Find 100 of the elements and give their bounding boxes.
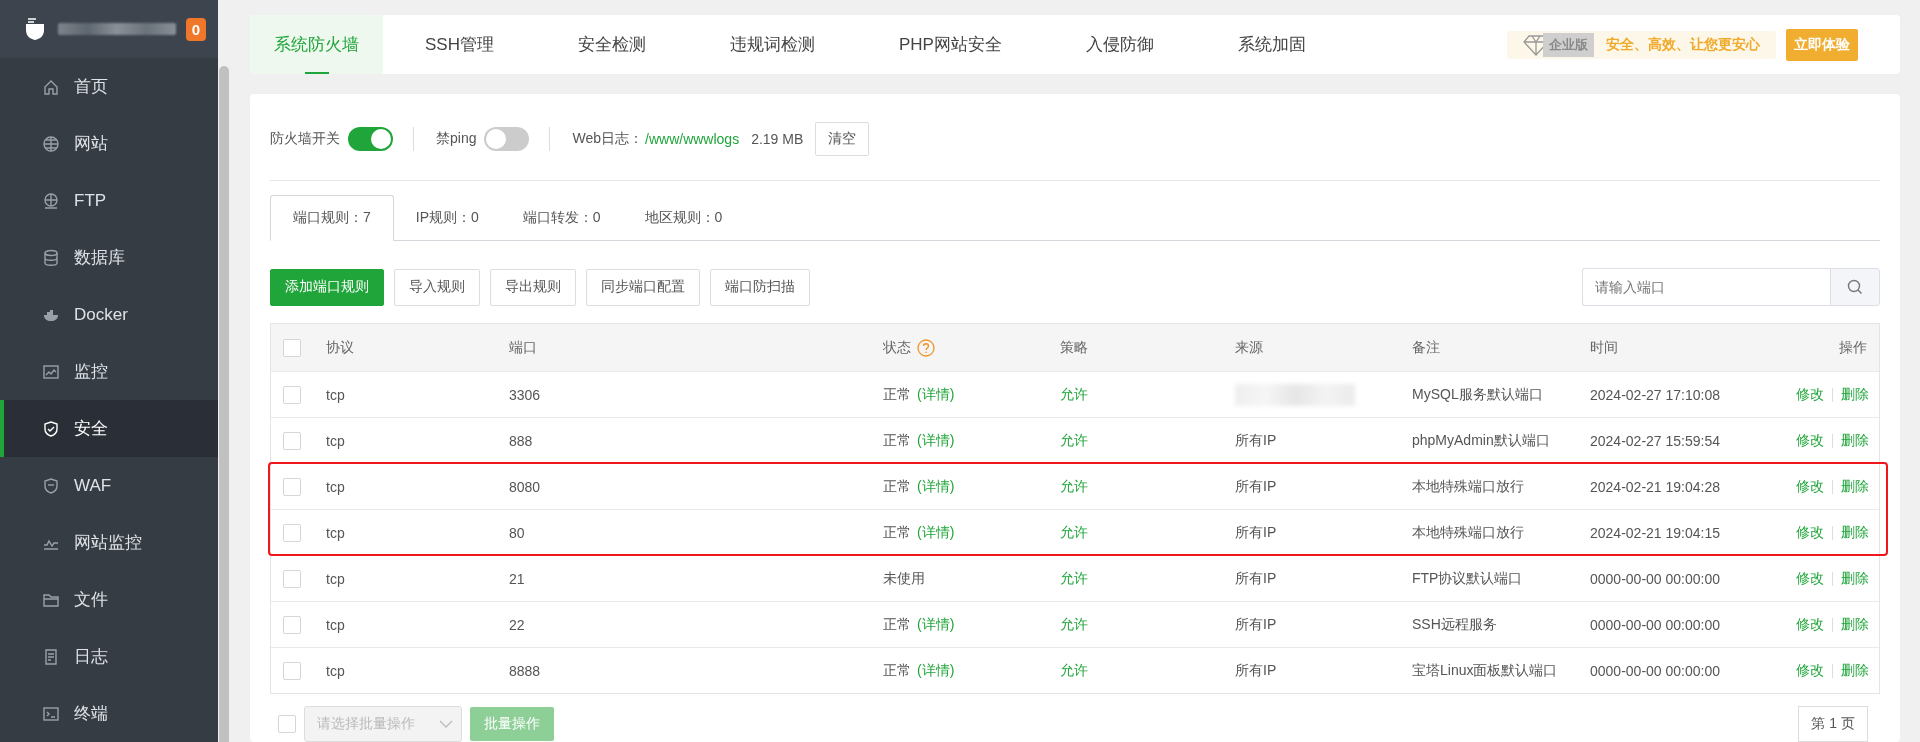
search-button[interactable]: [1830, 268, 1880, 306]
table-cell-text: tcp: [326, 432, 346, 449]
column-header: 来源: [1235, 338, 1264, 357]
table-cell-text: 所有IP: [1235, 661, 1278, 680]
sidebar-item[interactable]: 文件: [0, 571, 218, 628]
action-button[interactable]: 端口防扫描: [710, 268, 810, 306]
table-cell-text: 所有IP: [1235, 431, 1278, 450]
table-cell-text: tcp: [326, 616, 346, 633]
table-cell-text: 宝塔Linux面板默认端口: [1412, 661, 1559, 680]
table-cell-text: tcp: [326, 570, 346, 587]
sidebar-item[interactable]: Docker: [0, 286, 218, 343]
page-indicator: 第 1 页: [1798, 706, 1868, 742]
tab[interactable]: IP规则：0: [393, 195, 501, 240]
table-cell-text: 2024-02-27 15:59:54: [1590, 432, 1721, 449]
table-row[interactable]: tcp 3306 正常 (详情) 允许 MySQL服务默认端口 2024-02-27 17:10:08 修改 删除: [271, 371, 1879, 417]
status-text: 正常: [883, 385, 911, 404]
tab[interactable]: PHP网站安全: [856, 15, 1044, 74]
table-cell-text: MySQL服务默认端口: [1412, 385, 1544, 404]
sidebar-item[interactable]: WAF: [0, 457, 218, 514]
action-button[interactable]: 导入规则: [394, 268, 480, 306]
table-cell-text: 本地特殊端口放行: [1412, 523, 1525, 542]
table-cell-text: 2024-02-21 19:04:15: [1590, 524, 1721, 541]
help-icon[interactable]: [917, 338, 935, 357]
firewall-switch[interactable]: [348, 127, 393, 151]
sidebar-item[interactable]: 网站监控: [0, 514, 218, 571]
row-checkbox[interactable]: [283, 615, 301, 634]
status-text: 正常: [883, 477, 911, 496]
log-size: 2.19 MB: [751, 131, 804, 147]
action-button[interactable]: 同步端口配置: [586, 268, 700, 306]
row-checkbox[interactable]: [283, 431, 301, 450]
status-text: 正常: [883, 431, 911, 450]
status-text: 正常: [883, 523, 911, 542]
sidebar-item[interactable]: 监控: [0, 343, 218, 400]
policy-text: 允许: [1060, 431, 1089, 450]
status-text: 未使用: [883, 569, 925, 588]
shield-icon: [42, 476, 60, 495]
row-checkbox[interactable]: [283, 523, 301, 542]
sidebar-item[interactable]: 首页: [0, 58, 218, 115]
row-checkbox[interactable]: [283, 569, 301, 588]
tab[interactable]: 端口规则：7: [270, 195, 394, 241]
table-row[interactable]: tcp 8080 正常 (详情) 允许 所有IP 本地特殊端口放行 2024-02-21 19:04:28 修改 删除: [271, 463, 1879, 509]
table-cell-text: 22: [509, 616, 526, 633]
table-row[interactable]: tcp 21 未使用 允许 所有IP FTP协议默认端口 0000-00-00 00:00:00 修改 删除: [271, 555, 1879, 601]
scrollbar-thumb[interactable]: [219, 66, 229, 742]
table-cell-text: 2024-02-27 17:10:08: [1590, 386, 1721, 403]
table-cell-text: 所有IP: [1235, 569, 1278, 588]
table-row[interactable]: tcp 8888 正常 (详情) 允许 所有IP 宝塔Linux面板默认端口 0000-00-00 00:00:00 修改 删除: [271, 647, 1879, 693]
table-cell-text: 2024-02-21 19:04:28: [1590, 478, 1721, 495]
column-header: 端口: [509, 338, 538, 357]
table-cell-text: 所有IP: [1235, 523, 1278, 542]
document-icon: [42, 647, 60, 666]
database-icon: [42, 248, 60, 267]
sidebar-item[interactable]: 安全: [0, 400, 218, 457]
table-cell-text: 888: [509, 432, 534, 449]
tab[interactable]: 地区规则：0: [622, 195, 745, 240]
tab[interactable]: 入侵防御: [1043, 15, 1196, 74]
table-cell-text: 所有IP: [1235, 477, 1278, 496]
sidebar-item[interactable]: 网站: [0, 115, 218, 172]
search-field[interactable]: 请输入端口: [1582, 268, 1830, 306]
table-cell-text: 8080: [509, 478, 542, 495]
table-cell-text: tcp: [326, 524, 346, 541]
tab[interactable]: 端口转发：0: [500, 195, 623, 240]
table-row[interactable]: tcp 80 正常 (详情) 允许 所有IP 本地特殊端口放行 2024-02-21 19:04:15 修改 删除: [271, 509, 1879, 555]
sidebar-item[interactable]: 日志: [0, 628, 218, 685]
policy-text: 允许: [1060, 477, 1089, 496]
table-row[interactable]: tcp 888 正常 (详情) 允许 所有IP phpMyAdmin默认端口 2024-02-27 15:59:54 修改 删除: [271, 417, 1879, 463]
table-cell-text: 所有IP: [1235, 615, 1278, 634]
sidebar-item[interactable]: 数据库: [0, 229, 218, 286]
terminal-icon: [42, 704, 60, 723]
shield-icon: [42, 419, 60, 438]
tab[interactable]: 安全检测: [535, 15, 688, 74]
tab[interactable]: SSH管理: [383, 15, 536, 74]
table-cell-text: FTP协议默认端口: [1412, 569, 1524, 588]
select-all-checkbox[interactable]: [278, 715, 296, 733]
row-checkbox[interactable]: [283, 385, 301, 404]
table-cell-text: 0000-00-00 00:00:00: [1590, 616, 1721, 633]
row-checkbox[interactable]: [283, 477, 301, 496]
policy-text: 允许: [1060, 523, 1089, 542]
chevron-down-icon: [439, 719, 453, 729]
globe-icon: [42, 191, 60, 210]
table-cell-text: tcp: [326, 662, 346, 679]
column-header: 备注: [1412, 338, 1441, 357]
ping-switch[interactable]: [484, 127, 530, 151]
tab[interactable]: 违规词检测: [687, 15, 857, 74]
row-checkbox[interactable]: [283, 661, 301, 680]
monitor-chart-icon: [42, 362, 60, 381]
action-button[interactable]: 导出规则: [490, 268, 576, 306]
table-cell-text: 0000-00-00 00:00:00: [1590, 570, 1721, 587]
sidebar-item[interactable]: 终端: [0, 685, 218, 742]
clear-button[interactable]: 清空: [815, 122, 870, 156]
tab[interactable]: 系统加固: [1195, 15, 1348, 74]
sidebar-item[interactable]: FTP: [0, 172, 218, 229]
table-row[interactable]: tcp 22 正常 (详情) 允许 所有IP SSH远程服务 0000-00-00 00:00:00 修改 删除: [271, 601, 1879, 647]
table-cell-text: phpMyAdmin默认端口: [1412, 431, 1551, 450]
table-cell-text: 3306: [509, 386, 542, 403]
select-all-checkbox[interactable]: [283, 338, 301, 357]
policy-text: 允许: [1060, 661, 1089, 680]
column-header: 操作: [1839, 338, 1868, 357]
switch-label: 禁ping: [436, 130, 477, 148]
table-cell-text: SSH远程服务: [1412, 615, 1498, 634]
